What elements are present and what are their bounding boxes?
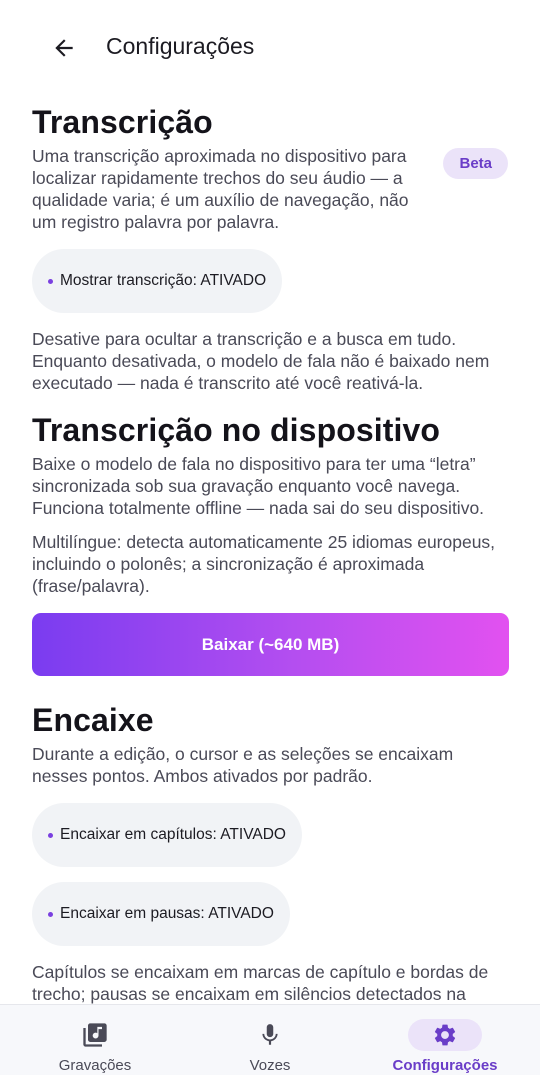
chip-dot [48, 278, 53, 284]
nav-icon-container [408, 1019, 482, 1051]
nav-icon-container [233, 1019, 307, 1051]
chip-dot [48, 832, 53, 838]
transcription-description-row: Uma transcrição aproximada no dispositiv… [32, 145, 508, 233]
settings-content[interactable]: Transcrição Uma transcrição aproximada n… [0, 94, 540, 1004]
nav-label-recordings: Gravações [58, 1057, 132, 1074]
microphone-icon [262, 1024, 278, 1045]
snap-chapters-toggle[interactable]: Encaixar em capítulos: ATIVADO [32, 803, 302, 867]
on-device-description: Baixe o modelo de fala no dispositivo pa… [32, 454, 485, 518]
snap-footer-note: Capítulos se encaixam em marcas de capít… [32, 962, 489, 1004]
show-transcription-toggle[interactable]: Mostrar transcrição: ATIVADO [32, 249, 283, 313]
snap-chapters-label: Encaixar em capítulos: ATIVADO [60, 826, 286, 843]
nav-icon-container [58, 1019, 132, 1051]
arrow-left-icon [55, 39, 73, 57]
transcription-heading: Transcrição [32, 104, 213, 140]
nav-item-voices[interactable]: Vozes [195, 1005, 345, 1075]
snap-pauses-label: Encaixar em pausas: ATIVADO [60, 905, 274, 922]
library-music-icon [83, 1023, 107, 1047]
multilingual-note: Multilíngue: detecta automaticamente 25 … [32, 532, 496, 596]
beta-badge: Beta [443, 148, 508, 179]
top-app-bar: Configurações [0, 0, 540, 94]
gear-icon [434, 1024, 456, 1046]
nav-item-recordings[interactable]: Gravações [20, 1005, 170, 1075]
transcription-description: Uma transcrição aproximada no dispositiv… [32, 146, 409, 232]
on-device-heading: Transcrição no dispositivo [32, 412, 441, 448]
settings-screen: Configurações Transcrição Uma transcriçã… [0, 0, 540, 1075]
snap-pauses-toggle[interactable]: Encaixar em pausas: ATIVADO [32, 882, 290, 946]
transcription-note: Desative para ocultar a transcrição e a … [32, 329, 490, 393]
snap-heading: Encaixe [32, 702, 154, 738]
nav-item-settings[interactable]: Configurações [370, 1005, 520, 1075]
chip-dot [48, 911, 53, 917]
show-transcription-label: Mostrar transcrição: ATIVADO [60, 272, 267, 289]
download-model-button[interactable]: Baixar (~640 MB) [32, 613, 509, 676]
nav-label-voices: Vozes [249, 1057, 291, 1074]
back-button[interactable] [44, 28, 84, 68]
page-title: Configurações [106, 33, 255, 59]
snap-description: Durante a edição, o cursor e as seleções… [32, 744, 454, 786]
nav-label-settings: Configurações [392, 1057, 498, 1074]
bottom-navigation: Gravações Vozes Configurações [0, 1004, 540, 1075]
